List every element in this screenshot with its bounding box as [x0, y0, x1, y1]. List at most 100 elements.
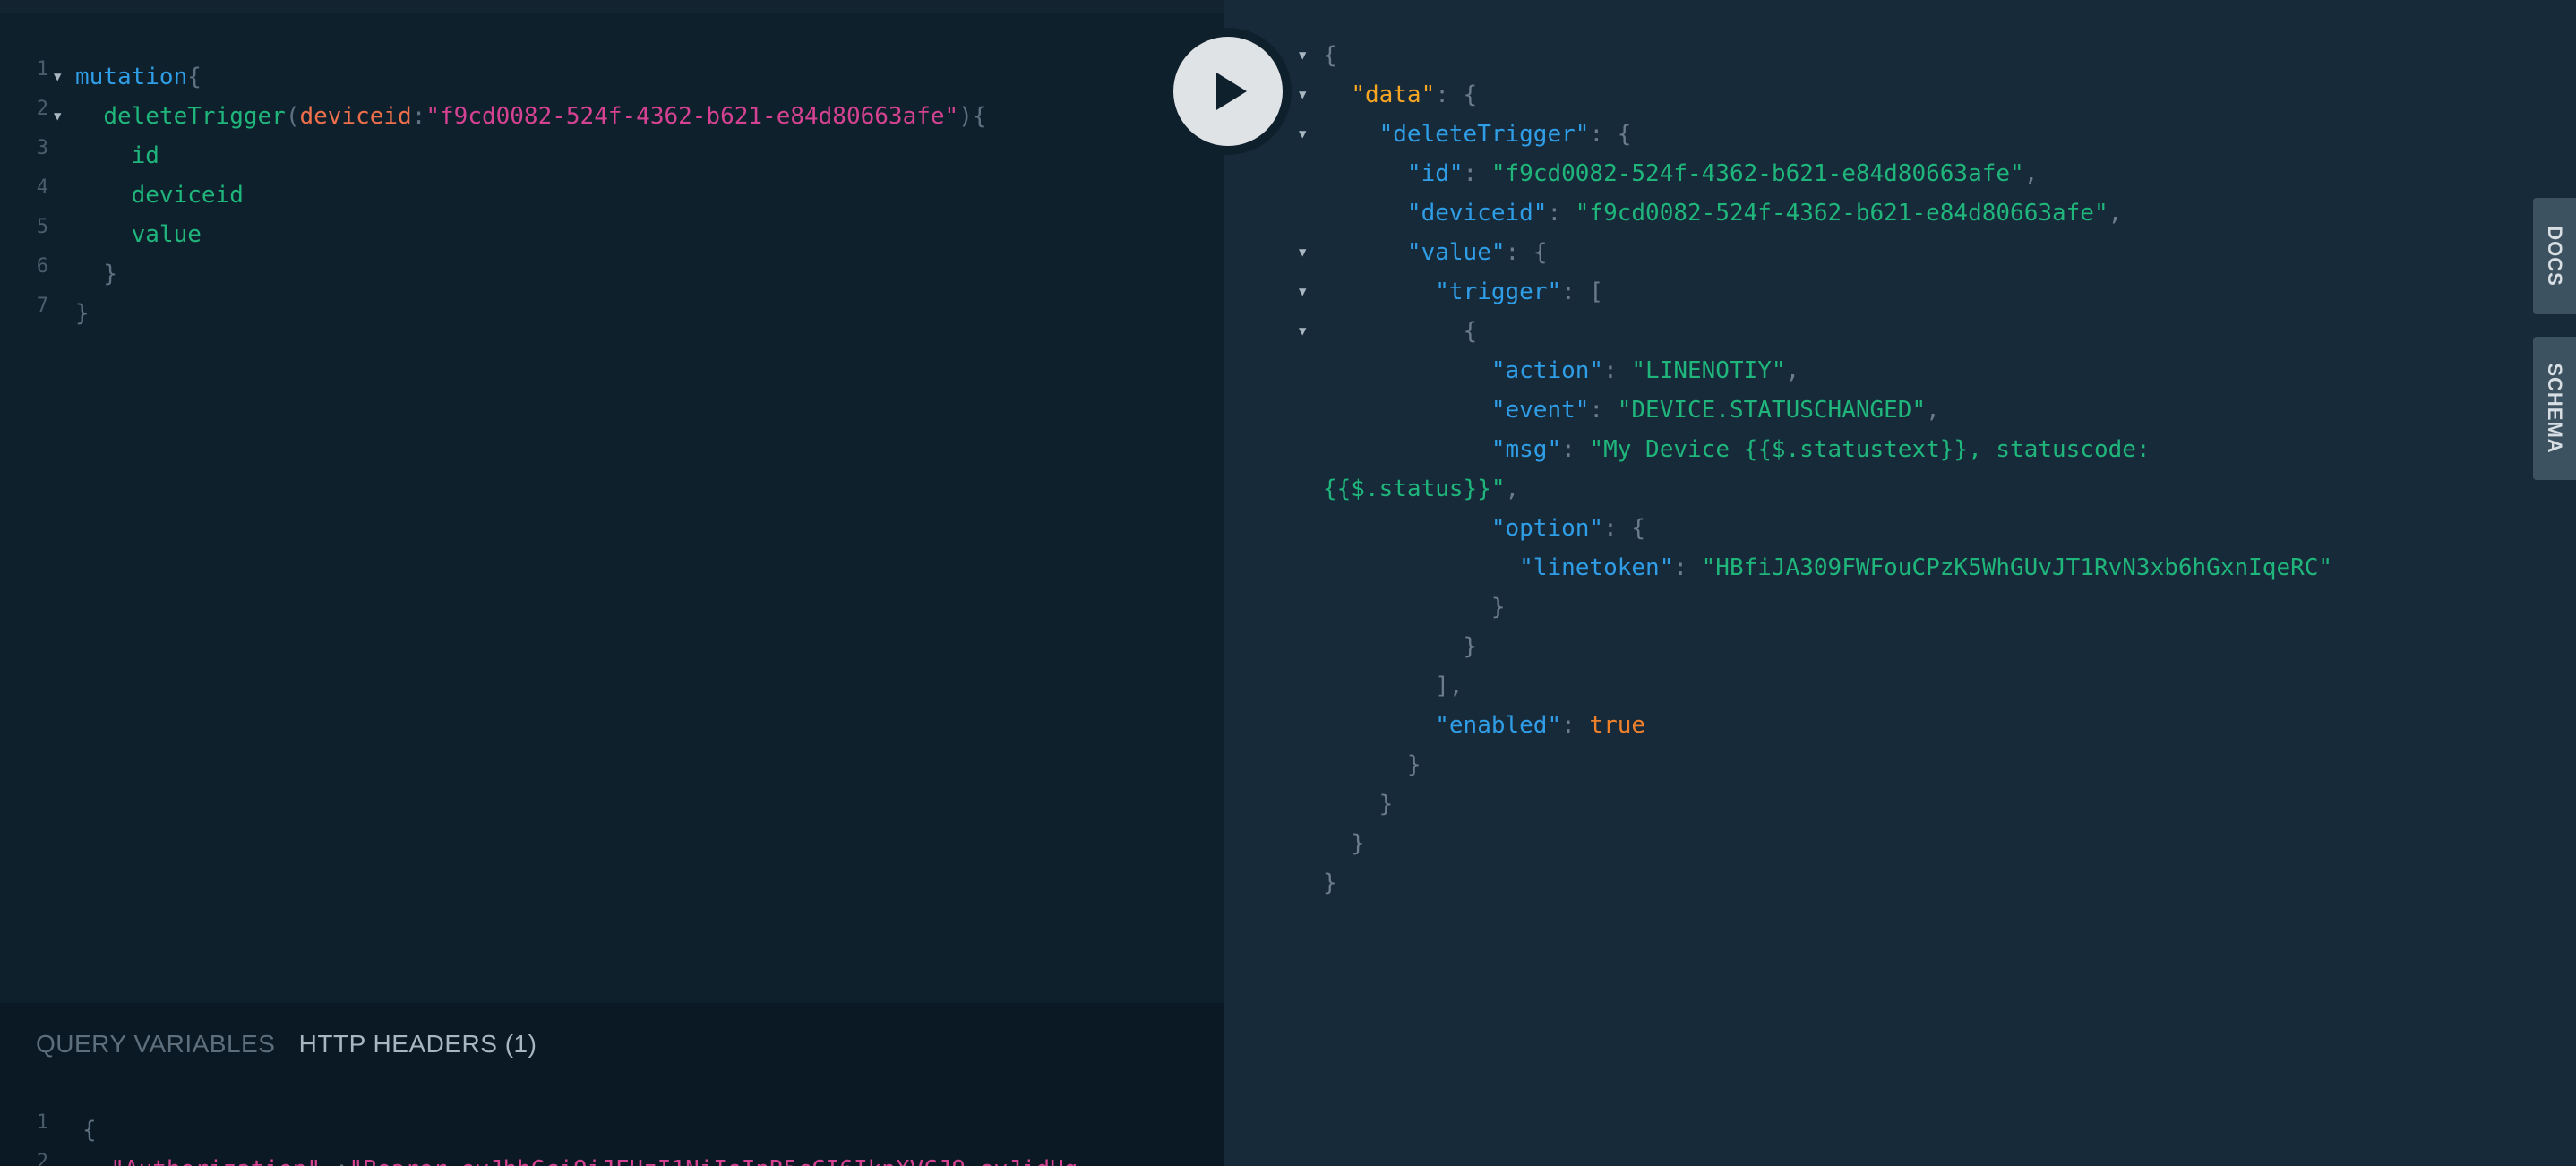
linetoken-value: "HBfiJA309FWFouCPzK5WhGUvJT1RvN3xb6hGxnI… [1701, 554, 2333, 581]
result-line: ▼ { [1224, 36, 2532, 75]
selection-field: value [131, 221, 202, 248]
caret-down-icon[interactable]: ▼ [1299, 312, 1306, 351]
tab-http-headers[interactable]: HTTP HEADERS (1) [299, 1030, 537, 1059]
header-key: "Authorization" [110, 1156, 321, 1166]
schema-tab[interactable]: SCHEMA [2533, 337, 2576, 480]
result-line: ▼ "value": { [1224, 233, 2532, 272]
msg-value-continued: {{$.status}}" [1323, 476, 1506, 502]
result-line: } [1224, 587, 2532, 627]
delete-trigger-key: "deleteTrigger" [1378, 121, 1590, 148]
brace: } [103, 261, 117, 287]
editor-line: 1 { [0, 1110, 1224, 1150]
brace: { [1323, 42, 1337, 69]
result-line: "option": { [1490, 515, 1646, 542]
caret-down-icon[interactable]: ▼ [1299, 115, 1306, 154]
result-line: ▼ "data": { [1224, 75, 2532, 115]
result-line: "id": "f9cd0082-524f-4362-b621-e84d80663… [1406, 160, 2039, 187]
result-line: "msg": "My Device {{$.statustext}}, stat… [1490, 436, 2151, 463]
result-line: "linetoken": "HBfiJA309FWFouCPzK5WhGUvJT… [1519, 554, 2333, 581]
caret-down-icon[interactable]: ▼ [1299, 36, 1306, 75]
result-line: "event": "DEVICE.STATUSCHANGED", [1490, 397, 1940, 424]
editor-line: 6 } [0, 254, 1224, 294]
query-editor[interactable]: 1 ▼ mutation{ 2 ▼ deleteTrigger(deviceid… [0, 0, 1224, 1166]
caret-down-icon[interactable]: ▼ [54, 97, 72, 136]
enabled-key: "enabled" [1435, 712, 1562, 739]
colon: : [411, 103, 426, 130]
brace: { [82, 1117, 97, 1144]
caret-down-icon[interactable]: ▼ [1299, 75, 1306, 115]
editor-line: 4 deviceid [0, 176, 1224, 215]
caret-down-icon[interactable]: ▼ [1299, 272, 1306, 312]
brace: } [1406, 751, 1421, 778]
selection-field: id [131, 142, 159, 169]
caret-down-icon[interactable]: ▼ [1299, 233, 1306, 272]
brace: } [1351, 830, 1365, 857]
result-line: ▼ { [1224, 312, 2532, 351]
line-number: 3 [36, 137, 48, 159]
result-line: {{$.status}}", [1323, 476, 1520, 502]
line-number: 4 [36, 176, 48, 199]
header-value: "Bearer eyJhbGciOiJFUzI1NiIsInR5cCI6IkpX… [348, 1156, 1078, 1166]
brace: } [75, 300, 90, 327]
editor-line: 7 } [0, 294, 1224, 333]
result-line: } [1224, 824, 2532, 863]
paren-brace: ){ [958, 103, 987, 130]
action-value: "LINENOTIY" [1631, 357, 1786, 384]
variables-panel: QUERY VARIABLES HTTP HEADERS (1) 1 { 2 "… [0, 1003, 1224, 1166]
headers-editor[interactable]: 1 { 2 "Authorization" :"Bearer eyJhbGciO… [0, 1110, 1224, 1166]
brace: { [1463, 81, 1478, 108]
docs-tab-label: DOCS [2544, 226, 2566, 287]
caret-down-icon[interactable]: ▼ [54, 57, 72, 97]
mutation-keyword: mutation [75, 64, 188, 90]
brace: { [1631, 515, 1646, 542]
selection-field: deviceid [131, 182, 244, 209]
result-line: } [1224, 745, 2532, 784]
line-number: 6 [36, 255, 48, 278]
editor-line: 1 ▼ mutation{ [0, 57, 1224, 97]
brace: { [1533, 239, 1548, 266]
result-line: "deviceid": "f9cd0082-524f-4362-b621-e84… [1406, 200, 2123, 227]
line-number: 7 [36, 295, 48, 317]
line-number: 1 [36, 58, 48, 81]
result-viewer[interactable]: ▼ { ▼ "data": { ▼ "deleteTrigger": { "id… [1224, 36, 2532, 903]
argument-name: deviceid [299, 103, 412, 130]
editor-line: 3 id [0, 136, 1224, 176]
line-number: 2 [36, 98, 48, 120]
field-name: deleteTrigger [103, 103, 286, 130]
brace: } [1490, 594, 1506, 621]
result-line: } [1224, 784, 2532, 824]
argument-value: "f9cd0082-524f-4362-b621-e84d80663afe" [425, 103, 959, 130]
linetoken-key: "linetoken" [1519, 554, 1674, 581]
tab-query-variables[interactable]: QUERY VARIABLES [36, 1030, 275, 1059]
id-value: "f9cd0082-524f-4362-b621-e84d80663afe" [1490, 160, 2024, 187]
brace: { [1617, 121, 1632, 148]
event-value: "DEVICE.STATUSCHANGED" [1617, 397, 1927, 424]
brace: } [1378, 791, 1394, 818]
paren: ( [285, 103, 300, 130]
result-line: ▼ "trigger": [ [1224, 272, 2532, 312]
msg-value: "My Device {{$.statustext}}, statuscode: [1589, 436, 2151, 463]
query-code[interactable]: 1 ▼ mutation{ 2 ▼ deleteTrigger(deviceid… [0, 57, 1224, 333]
header-separator: : [321, 1156, 349, 1166]
value-key: "value" [1406, 239, 1506, 266]
msg-key: "msg" [1490, 436, 1562, 463]
result-line: ▼ "deleteTrigger": { [1224, 115, 2532, 154]
result-line: ], [1435, 673, 1464, 699]
line-number: 1 [36, 1111, 48, 1134]
brace: { [1463, 318, 1478, 345]
editor-line: 5 value [0, 215, 1224, 254]
result-line: "action": "LINENOTIY", [1490, 357, 1800, 384]
deviceid-key: "deviceid" [1406, 200, 1548, 227]
brace: } [1463, 633, 1478, 660]
editor-line: 2 "Authorization" :"Bearer eyJhbGciOiJFU… [0, 1150, 1224, 1166]
line-number: 2 [36, 1151, 48, 1166]
result-line: } [1224, 863, 2532, 903]
brace: { [187, 64, 202, 90]
variables-tabs: QUERY VARIABLES HTTP HEADERS (1) [36, 1030, 553, 1059]
schema-tab-label: SCHEMA [2544, 363, 2566, 454]
trigger-key: "trigger" [1435, 279, 1562, 305]
line-number: 5 [36, 216, 48, 238]
deviceid-value: "f9cd0082-524f-4362-b621-e84d80663afe" [1575, 200, 2108, 227]
docs-tab[interactable]: DOCS [2533, 198, 2576, 314]
event-key: "event" [1490, 397, 1590, 424]
